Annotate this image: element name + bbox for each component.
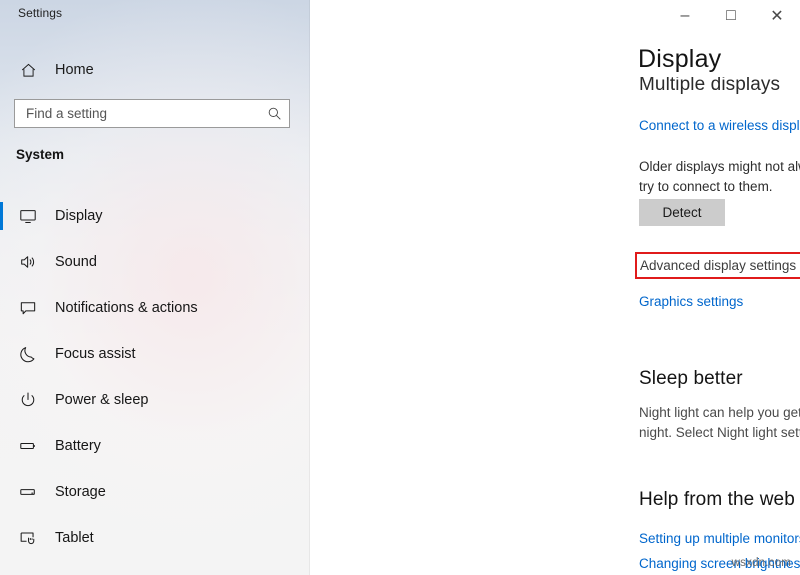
sidebar-item-tablet-label: Tablet [55,530,94,546]
power-icon [15,391,41,409]
app-title: Settings [18,6,62,20]
sidebar-item-notifications[interactable]: Notifications & actions [0,285,310,331]
sidebar-item-tablet[interactable]: Tablet [0,515,310,561]
sidebar-item-storage[interactable]: Storage [0,469,310,515]
search-box[interactable] [14,99,290,128]
sidebar-item-home[interactable]: Home [0,52,310,88]
connect-wireless-display-link[interactable]: Connect to a wireless display [639,118,800,133]
sidebar-item-battery[interactable]: Battery [0,423,310,469]
advanced-display-settings-link[interactable]: Advanced display settings [640,258,796,273]
main-content: – □ ✕ Multiple displays Display Connect … [310,0,800,575]
sidebar-item-home-label: Home [55,62,94,78]
help-from-web-heading: Help from the web [639,489,795,511]
sidebar-group-label: System [16,147,64,162]
detect-button[interactable]: Detect [639,199,725,226]
sidebar-item-battery-label: Battery [55,438,101,454]
sidebar-item-focus-assist[interactable]: Focus assist [0,331,310,377]
sleep-better-heading: Sleep better [639,368,743,390]
sidebar-item-power-sleep[interactable]: Power & sleep [0,377,310,423]
battery-icon [15,437,41,455]
window-controls: – □ ✕ [662,0,800,32]
sidebar-item-notifications-label: Notifications & actions [55,300,198,316]
monitor-icon [15,207,41,225]
older-displays-description: Older displays might not always connect … [639,157,800,197]
notification-balloon-icon [15,299,41,317]
page-title: Display [638,44,800,77]
maximize-button[interactable]: □ [708,0,754,31]
settings-window: Settings Home System [0,0,800,575]
speaker-icon [15,253,41,271]
sidebar-item-power-sleep-label: Power & sleep [55,392,149,408]
search-input[interactable] [15,100,259,127]
scrolled-section-heading: Multiple displays [639,74,780,96]
close-button[interactable]: ✕ [754,0,800,31]
sidebar: Settings Home System [0,0,310,575]
sidebar-item-sound-label: Sound [55,254,97,270]
sidebar-item-focus-assist-label: Focus assist [55,346,136,362]
watermark: wsxdn.com [732,557,791,569]
home-icon [15,62,41,79]
sidebar-item-display[interactable]: Display [0,193,310,239]
moon-icon [15,345,41,363]
sidebar-nav-list: Display Sound Notifica [0,193,310,561]
sidebar-item-sound[interactable]: Sound [0,239,310,285]
help-link-setting-up-multiple-monitors[interactable]: Setting up multiple monitors [639,531,800,546]
graphics-settings-link[interactable]: Graphics settings [639,294,743,309]
sidebar-item-storage-label: Storage [55,484,106,500]
search-icon[interactable] [259,106,289,121]
storage-drive-icon [15,483,41,501]
night-light-description: Night light can help you get to sleep by… [639,403,800,443]
tablet-touch-icon [15,529,41,547]
minimize-button[interactable]: – [662,0,708,31]
sidebar-item-display-label: Display [55,208,103,224]
